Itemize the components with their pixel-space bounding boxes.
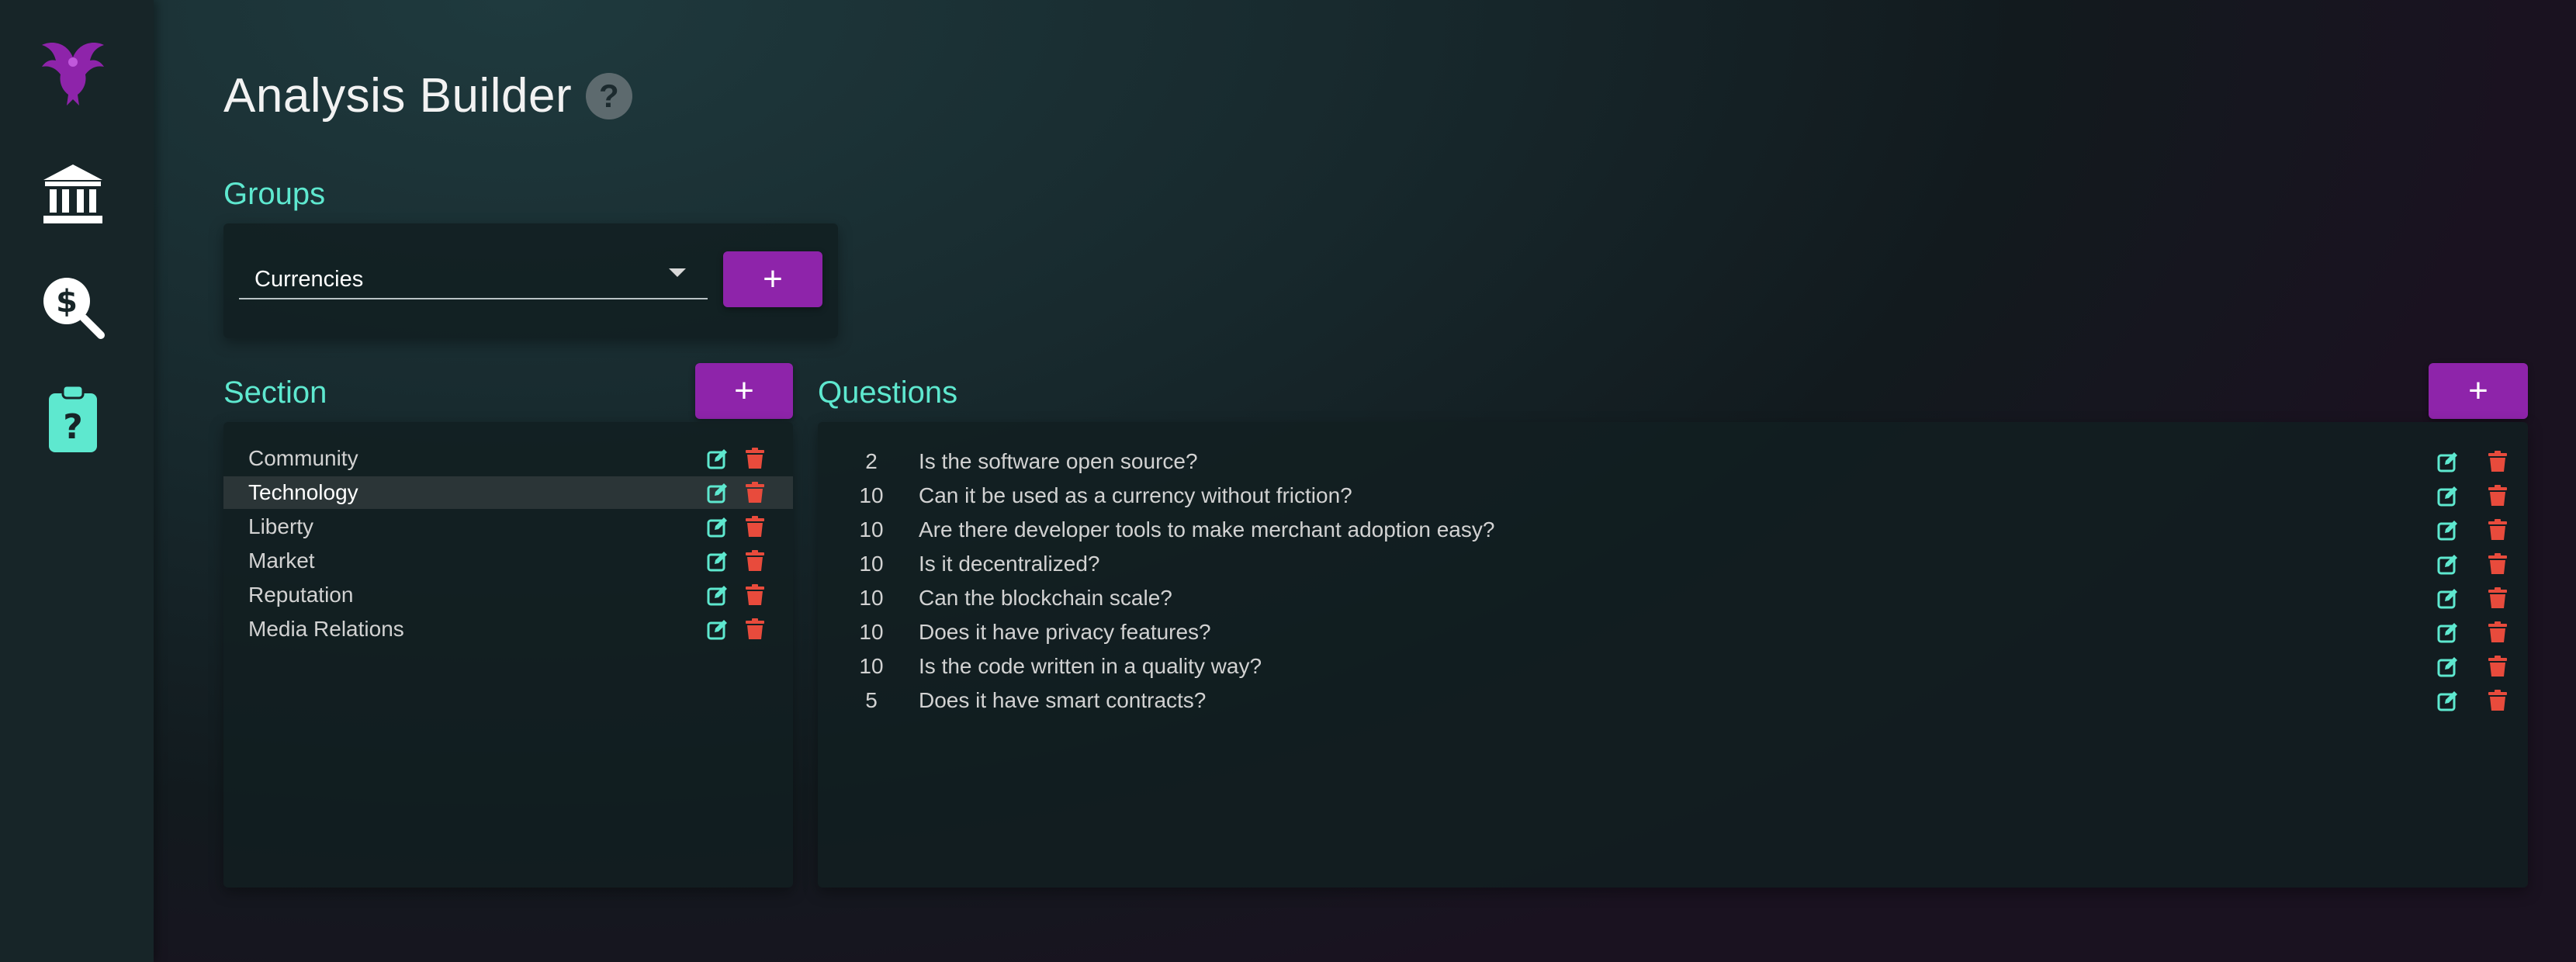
edit-icon[interactable] (2436, 484, 2460, 507)
question-row[interactable]: 10 Is it decentralized? (818, 548, 2528, 580)
section-item-label: Liberty (248, 514, 314, 538)
section-item[interactable]: Media Relations (223, 613, 793, 645)
bank-icon[interactable] (34, 155, 112, 233)
question-text: Does it have privacy features? (919, 620, 1211, 644)
question-row[interactable]: 2 Is the software open source? (818, 445, 2528, 478)
groups-card: Currencies + (223, 223, 838, 338)
trash-icon[interactable] (743, 549, 767, 573)
question-text: Is the code written in a quality way? (919, 654, 1262, 678)
trash-icon[interactable] (2486, 450, 2509, 473)
trash-icon[interactable] (2486, 655, 2509, 678)
caret-down-icon (669, 268, 686, 277)
group-select-value: Currencies (254, 267, 364, 292)
edit-icon[interactable] (706, 618, 729, 641)
trash-icon[interactable] (2486, 587, 2509, 610)
question-row[interactable]: 10 Are there developer tools to make merc… (818, 514, 2528, 546)
trash-icon[interactable] (743, 618, 767, 641)
edit-icon[interactable] (2436, 689, 2460, 712)
edit-icon[interactable] (2436, 621, 2460, 644)
groups-heading: Groups (223, 177, 326, 211)
phoenix-logo-icon[interactable] (34, 33, 112, 110)
section-list: Community Technology Liberty Market Reputati… (223, 422, 793, 888)
edit-icon[interactable] (706, 481, 729, 504)
section-heading: Section (223, 375, 327, 410)
question-weight: 10 (859, 586, 884, 610)
question-weight: 10 (859, 483, 884, 507)
edit-icon[interactable] (706, 583, 729, 607)
section-item-label: Media Relations (248, 617, 404, 641)
trash-icon[interactable] (743, 515, 767, 538)
question-row[interactable]: 5 Does it have smart contracts? (818, 684, 2528, 717)
questions-heading: Questions (818, 375, 958, 410)
trash-icon[interactable] (2486, 484, 2509, 507)
help-icon[interactable]: ? (586, 72, 633, 119)
section-item[interactable]: Market (223, 545, 793, 577)
section-item-label: Community (248, 446, 358, 470)
page-title: Analysis Builder ? (223, 68, 633, 123)
trash-icon[interactable] (2486, 518, 2509, 542)
question-text: Is it decentralized? (919, 552, 1100, 576)
trash-icon[interactable] (2486, 689, 2509, 712)
question-text: Does it have smart contracts? (919, 688, 1207, 712)
trash-icon[interactable] (2486, 621, 2509, 644)
question-weight: 10 (859, 552, 884, 576)
question-row[interactable]: 10 Can it be used as a currency without f… (818, 479, 2528, 512)
question-row[interactable]: 10 Is the code written in a quality way? (818, 650, 2528, 683)
sidebar: $ ? (0, 0, 154, 962)
question-list: 2 Is the software open source? 10 Can it be… (818, 422, 2528, 888)
add-question-button[interactable]: + (2429, 363, 2528, 419)
edit-icon[interactable] (2436, 518, 2460, 542)
section-item[interactable]: Reputation (223, 579, 793, 611)
question-weight: 10 (859, 654, 884, 678)
svg-text:?: ? (63, 407, 83, 447)
question-row[interactable]: 10 Does it have privacy features? (818, 616, 2528, 649)
question-row[interactable]: 10 Can the blockchain scale? (818, 582, 2528, 614)
money-search-icon[interactable]: $ (34, 268, 112, 346)
edit-icon[interactable] (706, 515, 729, 538)
edit-icon[interactable] (706, 549, 729, 573)
edit-icon[interactable] (706, 447, 729, 470)
question-text: Can the blockchain scale? (919, 586, 1172, 610)
section-item[interactable]: Liberty (223, 510, 793, 543)
question-text: Are there developer tools to make mercha… (919, 517, 1495, 542)
section-item[interactable]: Community (223, 442, 793, 475)
trash-icon[interactable] (743, 583, 767, 607)
trash-icon[interactable] (743, 481, 767, 504)
section-item-label: Market (248, 548, 315, 573)
page-title-text: Analysis Builder (223, 69, 573, 123)
edit-icon[interactable] (2436, 450, 2460, 473)
add-group-button[interactable]: + (723, 251, 822, 307)
edit-icon[interactable] (2436, 587, 2460, 610)
section-item-label: Technology (248, 480, 358, 504)
question-text: Is the software open source? (919, 449, 1198, 473)
section-item-label: Reputation (248, 583, 354, 607)
add-section-button[interactable]: + (695, 363, 793, 419)
question-text: Can it be used as a currency without fri… (919, 483, 1352, 507)
question-weight: 2 (865, 449, 878, 473)
svg-text:$: $ (56, 284, 78, 320)
question-weight: 5 (865, 688, 878, 712)
question-weight: 10 (859, 620, 884, 644)
question-weight: 10 (859, 517, 884, 542)
trash-icon[interactable] (2486, 552, 2509, 576)
section-item[interactable]: Technology (223, 476, 793, 509)
edit-icon[interactable] (2436, 655, 2460, 678)
trash-icon[interactable] (743, 447, 767, 470)
edit-icon[interactable] (2436, 552, 2460, 576)
clipboard-question-icon[interactable]: ? (34, 380, 112, 458)
group-select[interactable]: Currencies (239, 251, 708, 299)
